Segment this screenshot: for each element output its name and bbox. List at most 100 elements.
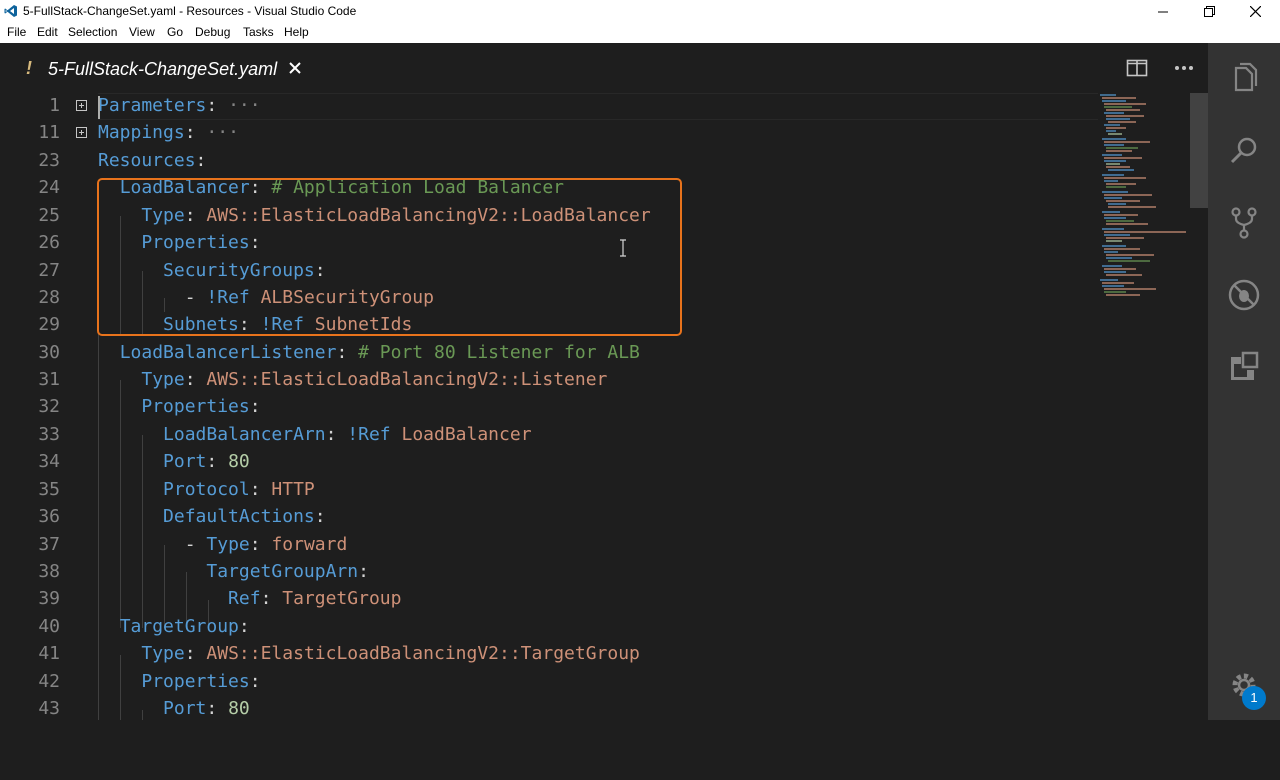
line-number: 24 <box>38 177 60 198</box>
yaml-key: Parameters <box>98 95 207 116</box>
yaml-value: TargetGroup <box>282 588 402 609</box>
debug-icon[interactable] <box>1226 277 1262 313</box>
code-line: 1 Parameters: ··· <box>0 93 1100 120</box>
yaml-key: Properties <box>141 671 250 692</box>
code-line: 11 Mappings: ··· <box>0 120 1100 147</box>
title-bar: 5-FullStack-ChangeSet.yaml - Resources -… <box>0 0 1280 23</box>
yaml-key: TargetGroup <box>119 616 239 637</box>
line-number: 40 <box>38 616 60 637</box>
search-icon[interactable] <box>1226 133 1262 169</box>
menu-help[interactable]: Help <box>284 25 309 39</box>
code-line: 43 Port: 80 <box>0 696 1100 723</box>
line-number: 1 <box>49 95 60 116</box>
code-line: 32 Properties: <box>0 394 1100 421</box>
yaml-value: forward <box>271 534 348 555</box>
yaml-key: Type <box>206 534 250 555</box>
yaml-key: LoadBalancerArn <box>163 424 326 445</box>
line-number: 25 <box>38 205 60 226</box>
close-window-button[interactable] <box>1232 0 1278 23</box>
code-line: 36 DefaultActions: <box>0 504 1100 531</box>
modified-indicator: ! <box>26 58 32 78</box>
code-line: 23 Resources: <box>0 148 1100 175</box>
code-line: 42 Properties: <box>0 669 1100 696</box>
line-number: 30 <box>38 342 60 363</box>
line-number: 38 <box>38 561 60 582</box>
line-number: 37 <box>38 534 60 555</box>
editor-tab[interactable]: ! 5-FullStack-ChangeSet.yaml <box>0 43 318 93</box>
yaml-value: HTTP <box>271 479 315 500</box>
menu-tasks[interactable]: Tasks <box>243 25 274 39</box>
vscode-logo-icon <box>4 5 17 17</box>
source-control-icon[interactable] <box>1226 205 1262 241</box>
line-number: 33 <box>38 424 60 445</box>
yaml-key: Resources <box>98 150 196 171</box>
line-number: 39 <box>38 588 60 609</box>
code-line: 37 - Type: forward <box>0 532 1100 559</box>
yaml-dash: - <box>184 534 207 555</box>
restore-icon <box>1203 6 1215 17</box>
yaml-value: LoadBalancer <box>401 424 532 445</box>
line-number: 43 <box>38 698 60 719</box>
restore-button[interactable] <box>1186 0 1232 23</box>
code-line: 31 Type: AWS::ElasticLoadBalancingV2::Li… <box>0 367 1100 394</box>
line-number: 32 <box>38 396 60 417</box>
more-actions-icon[interactable] <box>1172 56 1196 80</box>
tab-label: 5-FullStack-ChangeSet.yaml <box>48 59 278 79</box>
line-number: 31 <box>38 369 60 390</box>
line-number: 11 <box>38 122 60 143</box>
menu-bar: File Edit Selection View Go Debug Tasks … <box>0 23 1280 43</box>
yaml-value: AWS::ElasticLoadBalancingV2::Listener <box>206 369 608 390</box>
folded-ellipsis[interactable]: ··· <box>206 122 239 143</box>
code-line: 35 Protocol: HTTP <box>0 477 1100 504</box>
menu-view[interactable]: View <box>129 25 155 39</box>
line-number: 26 <box>38 232 60 253</box>
fold-expand-icon[interactable] <box>76 127 87 138</box>
split-editor-icon[interactable] <box>1125 56 1149 80</box>
yaml-key: Type <box>141 369 185 390</box>
menu-selection[interactable]: Selection <box>68 25 117 39</box>
line-number: 41 <box>38 643 60 664</box>
yaml-key: DefaultActions <box>163 506 315 527</box>
menu-debug[interactable]: Debug <box>195 25 230 39</box>
yaml-key: Port <box>163 698 207 719</box>
line-number: 35 <box>38 479 60 500</box>
yaml-value: AWS::ElasticLoadBalancingV2::TargetGroup <box>206 643 640 664</box>
activity-bar <box>1208 43 1280 720</box>
code-line: 38 TargetGroupArn: <box>0 559 1100 586</box>
line-number: 27 <box>38 260 60 281</box>
code-line: 40 TargetGroup: <box>0 614 1100 641</box>
text-caret <box>98 96 100 119</box>
line-number: 23 <box>38 150 60 171</box>
yaml-comment: # Port 80 Listener for ALB <box>358 342 640 363</box>
code-line: 34 Port: 80 <box>0 449 1100 476</box>
notification-badge: 1 <box>1242 686 1266 710</box>
line-number: 42 <box>38 671 60 692</box>
minimap[interactable] <box>1096 93 1190 720</box>
line-number: 34 <box>38 451 60 472</box>
explorer-icon[interactable] <box>1226 61 1262 97</box>
code-line: 39 Ref: TargetGroup <box>0 586 1100 613</box>
yaml-number: 80 <box>228 698 250 719</box>
yaml-key: Protocol <box>163 479 250 500</box>
menu-file[interactable]: File <box>7 25 26 39</box>
menu-go[interactable]: Go <box>167 25 183 39</box>
code-line: 33 LoadBalancerArn: !Ref LoadBalancer <box>0 422 1100 449</box>
yaml-number: 80 <box>228 451 250 472</box>
yaml-key: Port <box>163 451 207 472</box>
menu-edit[interactable]: Edit <box>37 25 58 39</box>
line-number: 29 <box>38 314 60 335</box>
line-number: 28 <box>38 287 60 308</box>
line-number: 36 <box>38 506 60 527</box>
window-title: 5-FullStack-ChangeSet.yaml - Resources -… <box>23 4 357 18</box>
extensions-icon[interactable] <box>1226 349 1262 385</box>
yaml-key: Ref <box>228 588 261 609</box>
yaml-key: Mappings <box>98 122 185 143</box>
minimize-button[interactable] <box>1140 0 1186 23</box>
yaml-tag: !Ref <box>347 424 391 445</box>
folded-ellipsis[interactable]: ··· <box>228 95 261 116</box>
yaml-key: LoadBalancerListener <box>119 342 337 363</box>
minimize-icon <box>1158 11 1168 12</box>
fold-expand-icon[interactable] <box>76 100 87 111</box>
close-tab-icon[interactable] <box>286 59 304 77</box>
scrollbar-thumb[interactable] <box>1190 93 1208 208</box>
